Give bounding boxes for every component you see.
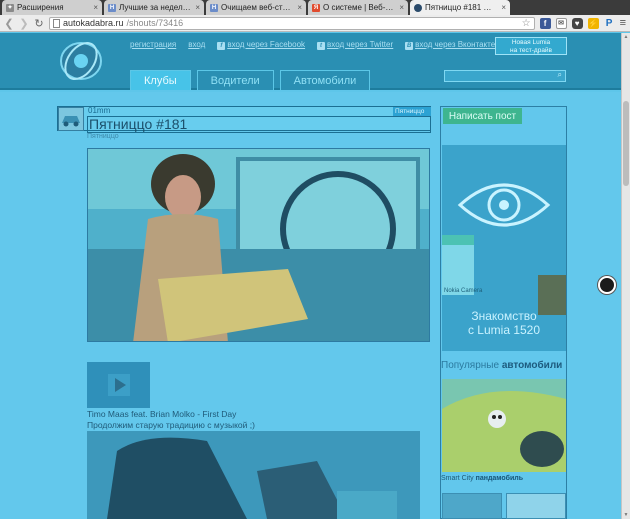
post-photo[interactable]	[87, 148, 430, 342]
car-thumbnail[interactable]	[506, 493, 566, 519]
search-icon[interactable]: ⌕	[558, 70, 562, 80]
lightning-extension-icon[interactable]: ⚡	[587, 17, 599, 29]
close-icon[interactable]: ×	[195, 3, 200, 12]
facebook-icon: f	[217, 42, 226, 50]
scroll-thumb[interactable]	[623, 101, 629, 186]
lumia-promo-badge[interactable]: Новая Lumia на тест-драйв	[495, 37, 567, 55]
browser-tab-label: Расширения	[17, 3, 64, 12]
browser-tab-label: Лучшие за неделю / Пос	[119, 3, 192, 12]
popular-prefix: Популярные	[441, 360, 502, 371]
second-photo-image	[87, 431, 420, 519]
post-subtitle[interactable]: Пятниццо	[87, 133, 119, 140]
promo-line-2: на тест-драйв	[509, 47, 553, 54]
habr-icon: H	[210, 3, 218, 12]
browser-tab-habr-clean[interactable]: H Очищаем веб-страниц ×	[206, 0, 306, 15]
vk-icon: B	[405, 42, 414, 50]
facebook-extension-icon[interactable]: f	[539, 17, 551, 29]
login-vk-label: вход через Вконтакте	[415, 40, 496, 49]
ad-headline-line-2: с Lumia 1520	[467, 323, 541, 337]
browser-tab-label: Очищаем веб-страниц	[221, 3, 294, 12]
scroll-down-arrow-icon[interactable]: ▼	[622, 511, 630, 519]
twitter-icon: t	[317, 42, 326, 50]
search-input[interactable]: ⌕	[444, 70, 566, 82]
close-icon[interactable]: ×	[399, 3, 404, 12]
mail-extension-icon[interactable]: ✉	[555, 17, 567, 29]
post-author[interactable]: 01mm	[88, 106, 110, 115]
forward-icon[interactable]: ❯	[19, 17, 29, 30]
avatar-car-icon	[62, 116, 80, 127]
close-icon[interactable]: ×	[501, 3, 506, 12]
url-host: autokadabra.ru	[63, 18, 124, 28]
bookmark-star-icon[interactable]: ☆	[522, 18, 531, 29]
p-extension-icon[interactable]: P	[604, 18, 615, 29]
puzzle-icon: ✦	[6, 3, 14, 12]
tab-cars[interactable]: Автомобили	[279, 70, 371, 90]
login-facebook-link[interactable]: f вход через Facebook	[217, 40, 305, 50]
login-link[interactable]: вход	[188, 40, 205, 50]
car-thumbnail[interactable]	[442, 493, 502, 519]
browser-toolbar: ❮ ❯ ↻ autokadabra.ru/shouts/73416 ☆ f ✉ …	[0, 15, 630, 32]
popular-cars-link[interactable]: автомобили	[502, 360, 563, 371]
login-vk-link[interactable]: Bвход через Вконтакте	[405, 40, 495, 50]
ad-headline-line-1: Знакомство	[471, 309, 537, 323]
browser-tab-yandex-metrika[interactable]: Я О системе | Веб-аналит ×	[308, 0, 408, 15]
car-caption: Smart City пандамобиль	[441, 475, 523, 482]
promo-line-1: Новая Lumia	[511, 39, 551, 46]
browser-tab-habr-week[interactable]: H Лучшие за неделю / Пос ×	[104, 0, 204, 15]
tab-drivers[interactable]: Водители	[196, 70, 274, 90]
pocket-extension-icon[interactable]: ♥	[571, 17, 583, 29]
close-icon[interactable]: ×	[297, 3, 302, 12]
post-tag-badge[interactable]: Пятниццо	[393, 107, 431, 116]
tab-clubs[interactable]: Клубы	[130, 70, 191, 90]
scroll-up-arrow-icon[interactable]: ▲	[622, 33, 630, 41]
page-scrollbar[interactable]: ▲ ▼	[621, 33, 630, 519]
login-facebook-label: вход через Facebook	[227, 40, 306, 49]
close-icon[interactable]: ×	[93, 3, 98, 12]
popular-car-photo[interactable]	[442, 379, 566, 472]
address-bar[interactable]: autokadabra.ru/shouts/73416 ☆	[49, 16, 535, 30]
register-link[interactable]: регистрация	[130, 40, 176, 50]
avatar[interactable]	[58, 107, 84, 131]
browser-tab-label: Пятниццо #181 — Авто	[425, 3, 498, 12]
menu-icon[interactable]: ≡	[620, 17, 626, 29]
post-title: Пятниццо #181	[87, 116, 431, 133]
video-player[interactable]	[87, 362, 150, 408]
woman-in-car-image	[88, 149, 429, 341]
login-twitter-link[interactable]: t вход через Twitter	[317, 40, 393, 50]
floating-widget-icon[interactable]	[598, 276, 616, 294]
car-caption-link[interactable]: пандамобиль	[476, 475, 523, 482]
page-icon	[53, 18, 60, 28]
track-title: Timo Maas feat. Brian Molko - First Day	[87, 409, 237, 419]
yandex-icon: Я	[312, 3, 320, 12]
ad-headline[interactable]: Знакомство с Lumia 1520	[442, 309, 566, 337]
back-icon[interactable]: ❮	[4, 17, 14, 30]
write-post-button[interactable]: Написать пост	[443, 108, 522, 124]
auth-links: регистрация вход f вход через Facebook tв…	[130, 40, 495, 50]
main-nav: Клубы Водители Автомобили	[130, 70, 371, 90]
browser-tab-extensions[interactable]: ✦ Расширения ×	[2, 0, 102, 15]
browser-tab-label: О системе | Веб-аналит	[323, 3, 396, 12]
post-photo-2[interactable]	[87, 431, 420, 519]
site-logo[interactable]	[57, 37, 105, 85]
car-caption-prefix: Smart City	[441, 475, 476, 482]
track-description: Продолжим старую традицию с музыкой ;)	[87, 420, 255, 430]
ad-app-label: Nokia Camera	[444, 288, 483, 294]
smart-car-image	[442, 379, 566, 472]
browser-tab-autokadabra[interactable]: Пятниццо #181 — Авто ×	[410, 0, 510, 15]
login-twitter-label: вход через Twitter	[327, 40, 394, 49]
habr-icon: H	[108, 3, 116, 12]
autokadabra-icon	[414, 3, 422, 12]
play-icon[interactable]	[108, 374, 130, 396]
reload-icon[interactable]: ↻	[34, 17, 44, 30]
popular-cars-heading: Популярные автомобили	[441, 360, 562, 371]
browser-tab-strip: ✦ Расширения × H Лучшие за неделю / Пос …	[0, 0, 630, 15]
url-path: /shouts/73416	[126, 18, 184, 28]
